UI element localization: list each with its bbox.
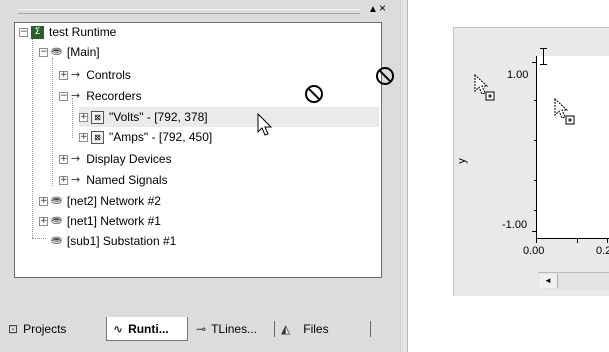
tab-label: Runti...	[128, 321, 169, 336]
tree-item-net2[interactable]: + ⛂ [net2] Network #2	[39, 191, 161, 211]
expand-toggle[interactable]: +	[79, 112, 88, 122]
tree-item-label: "Volts" - [792, 378]	[109, 110, 208, 124]
tree-item-label: [sub1] Substation #1	[66, 234, 177, 248]
tab-separator	[370, 321, 371, 337]
tab-separator	[274, 321, 275, 337]
tree-item-label: [net1] Network #1	[66, 214, 161, 228]
no-drop-cursor-icon	[376, 67, 394, 85]
arrow-icon: →	[71, 152, 81, 165]
tree-connector	[32, 38, 33, 238]
tree-item-label: [net2] Network #2	[66, 194, 161, 208]
ibeam-cursor-icon	[540, 48, 547, 65]
tree-connector	[52, 58, 53, 186]
drag-copy-cursor-icon	[474, 74, 496, 104]
pane-menu-button[interactable]: ▲	[368, 4, 378, 16]
tree-item-label: Controls	[86, 68, 131, 82]
expand-toggle[interactable]: +	[39, 196, 48, 206]
expand-toggle[interactable]: +	[59, 70, 68, 80]
recorder-icon: ⊠	[91, 130, 104, 144]
tree-item-main[interactable]: − ⛂ [Main]	[39, 42, 100, 62]
tab-files[interactable]: ◭ Files	[281, 317, 329, 341]
tab-tlines[interactable]: ⊸ TLines...	[196, 317, 257, 341]
files-icon: ◭	[281, 322, 291, 336]
collapse-toggle[interactable]: −	[19, 27, 28, 37]
tree-item-label: Named Signals	[86, 173, 168, 187]
y-minor-tick	[534, 100, 537, 101]
network-icon: ⛂	[51, 213, 62, 228]
collapse-toggle[interactable]: −	[39, 47, 48, 57]
network-icon: ⛂	[51, 233, 62, 248]
project-icon: Σ	[31, 25, 44, 39]
pane-close-button[interactable]: ×	[379, 2, 386, 14]
tree-item-label: test Runtime	[49, 25, 117, 39]
tab-label: Files	[303, 322, 329, 336]
workspace-tree[interactable]: − Σ test Runtime − ⛂ [Main] + → Controls…	[14, 22, 382, 278]
tree-item-controls[interactable]: + → Controls	[59, 65, 131, 85]
y-tick-label: 1.00	[507, 69, 529, 81]
arrow-icon: →	[71, 89, 81, 102]
tree-item-display-devices[interactable]: + → Display Devices	[59, 149, 172, 169]
tree-item-label: [Main]	[66, 45, 100, 59]
x-tick	[577, 238, 578, 243]
tlines-icon: ⊸	[196, 322, 207, 336]
pane-splitter[interactable]	[400, 0, 408, 352]
tree-item-net1[interactable]: + ⛂ [net1] Network #1	[39, 211, 161, 231]
x-tick-label: 0.00	[523, 245, 545, 257]
horizontal-scrollbar[interactable]: ◄	[538, 272, 609, 289]
tree-connector	[32, 238, 46, 239]
workspace-tab-bar: ⊡ Projects ∿ Runti... ⊸ TLines... ◭ File…	[0, 312, 400, 352]
x-tick	[536, 238, 537, 243]
expand-toggle[interactable]: +	[59, 154, 68, 164]
expand-toggle[interactable]: +	[79, 132, 88, 142]
expand-toggle[interactable]: +	[59, 175, 68, 185]
no-drop-cursor-icon	[305, 85, 323, 103]
drag-copy-cursor-icon	[554, 98, 576, 128]
pane-grip[interactable]	[18, 9, 360, 14]
projects-icon: ⊡	[8, 322, 19, 336]
arrow-icon: →	[71, 173, 81, 186]
tree-item-label: "Amps" - [792, 450]	[109, 130, 213, 144]
expand-toggle[interactable]: +	[39, 216, 48, 226]
tree-item-volts[interactable]: + ⊠ "Volts" - [792, 378]	[79, 107, 379, 127]
y-tick-label: -1.00	[502, 219, 528, 231]
pane-header: ▲ ×	[0, 0, 400, 22]
collapse-toggle[interactable]: −	[59, 91, 68, 101]
recorder-icon: ⊠	[91, 110, 104, 124]
arrow-icon: →	[71, 68, 81, 81]
workspace-pane: ▲ × − Σ test Runtime − ⛂ [Main] + → Cont…	[0, 0, 400, 352]
plot-area[interactable]	[536, 56, 609, 238]
y-axis-label: y	[455, 158, 468, 164]
x-tick	[607, 238, 608, 243]
y-minor-tick	[534, 210, 537, 211]
y-tick	[532, 62, 537, 63]
y-tick	[532, 231, 537, 232]
arrow-cursor-icon	[257, 113, 273, 137]
tree-item-label: Recorders	[86, 89, 142, 103]
graph-pane: 1.00 -1.00 y 0.00 0.2 ◄	[408, 0, 609, 352]
network-icon: ⛂	[51, 193, 62, 208]
tree-item-recorders[interactable]: − → Recorders	[59, 86, 142, 106]
x-tick-label: 0.2	[596, 245, 609, 257]
tree-item-amps[interactable]: + ⊠ "Amps" - [792, 450]	[79, 127, 212, 147]
tab-runtime[interactable]: ∿ Runti...	[106, 317, 188, 341]
tree-item-label: Display Devices	[86, 152, 172, 166]
tree-item-test-runtime[interactable]: − Σ test Runtime	[19, 23, 117, 42]
runtime-icon: ∿	[113, 321, 124, 336]
y-minor-tick	[534, 140, 537, 141]
tree-item-sub1[interactable]: ⛂ [sub1] Substation #1	[51, 231, 176, 251]
scroll-left-button[interactable]: ◄	[539, 274, 558, 288]
network-icon: ⛂	[51, 44, 62, 59]
tab-label: TLines...	[211, 322, 258, 336]
x-axis	[536, 238, 609, 239]
tree-item-named-signals[interactable]: + → Named Signals	[59, 170, 168, 190]
tab-label: Projects	[23, 322, 67, 336]
y-minor-tick	[534, 180, 537, 181]
tab-projects[interactable]: ⊡ Projects	[8, 317, 66, 341]
